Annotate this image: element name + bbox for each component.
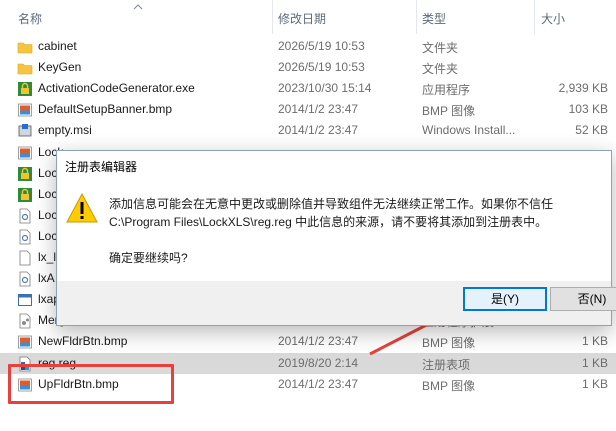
file-date: 2019/8/20 2:14 <box>278 355 359 370</box>
dialog-message-line1: 添加信息可能会在无意中更改或删除值并导致组件无法继续正常工作。如果你不信任 <box>109 197 554 211</box>
file-row[interactable]: cabinet 2026/5/19 10:53 文件夹 <box>0 36 616 57</box>
file-type: 应用程序 <box>422 83 471 98</box>
column-size[interactable]: 大小 <box>541 10 565 27</box>
file-type: Windows Install... <box>422 123 516 138</box>
config-icon <box>17 271 33 287</box>
msi-icon <box>17 123 33 139</box>
dialog-question: 确定要继续吗? <box>109 251 188 265</box>
bmp-icon <box>17 102 33 118</box>
lock-app-icon <box>17 81 33 97</box>
file-row[interactable]: KeyGen 2026/5/19 10:53 文件夹 <box>0 57 616 78</box>
app-icon <box>17 292 33 308</box>
no-button[interactable]: 否(N) <box>550 287 616 311</box>
file-date: 2014/1/2 23:47 <box>278 102 359 117</box>
file-name: KeyGen <box>38 60 82 75</box>
file-type: BMP 图像 <box>422 104 476 119</box>
file-explorer: 名称 修改日期 类型 大小 cabinet 2026/5/19 10:53 文件夹 K… <box>0 0 616 431</box>
file-size: 1 KB <box>581 355 608 370</box>
column-type[interactable]: 类型 <box>422 10 446 27</box>
lock-app-icon <box>17 187 33 203</box>
file-type: 注册表项 <box>422 357 471 372</box>
dialog-title: 注册表编辑器 <box>65 160 138 174</box>
folder-icon <box>17 39 33 55</box>
file-row[interactable]: DefaultSetupBanner.bmp 2014/1/2 23:47 BMP … <box>0 99 616 120</box>
file-size: 1 KB <box>581 376 608 391</box>
file-type: 文件夹 <box>422 62 459 77</box>
file-row[interactable]: ActivationCodeGenerator.exe 2023/10/30 15… <box>0 78 616 99</box>
file-size: 1 KB <box>581 334 608 349</box>
file-size: 52 KB <box>575 123 608 138</box>
column-name[interactable]: 名称 <box>18 10 42 27</box>
dll-icon <box>17 313 33 329</box>
lock-app-icon <box>17 166 33 182</box>
sort-ascending-icon <box>133 4 143 10</box>
column-date[interactable]: 修改日期 <box>278 10 326 27</box>
file-name: DefaultSetupBanner.bmp <box>38 102 173 117</box>
file-date: 2014/1/2 23:47 <box>278 334 359 349</box>
yes-button[interactable]: 是(Y) <box>463 287 547 311</box>
file-type: BMP 图像 <box>422 336 476 351</box>
file-name: lxA <box>38 271 55 286</box>
file-size: 2,939 KB <box>558 81 608 96</box>
file-date: 2026/5/19 10:53 <box>278 60 365 75</box>
column-divider[interactable] <box>416 0 417 34</box>
config-icon <box>17 208 33 224</box>
file-date: 2023/10/30 15:14 <box>278 81 372 96</box>
bmp-icon <box>17 145 33 161</box>
file-type: 文件夹 <box>422 41 459 55</box>
file-name: empty.msi <box>38 123 92 138</box>
column-divider[interactable] <box>272 0 273 34</box>
file-icon <box>17 250 33 266</box>
file-date: 2014/1/2 23:47 <box>278 123 359 138</box>
file-name: ActivationCodeGenerator.exe <box>38 81 195 96</box>
file-row[interactable]: NewFldrBtn.bmp 2014/1/2 23:47 BMP 图像 1 KB <box>0 331 616 352</box>
highlight-box <box>8 364 174 404</box>
registry-editor-dialog: 注册表编辑器 添加信息可能会在无意中更改或删除值并导致组件无法继续正常工作。如果… <box>56 150 616 326</box>
file-name: NewFldrBtn.bmp <box>38 334 128 349</box>
warning-icon <box>66 193 98 223</box>
file-row[interactable]: empty.msi 2014/1/2 23:47 Windows Install..… <box>0 120 616 141</box>
folder-icon <box>17 60 33 76</box>
file-date: 2026/5/19 10:53 <box>278 39 365 53</box>
file-date: 2014/1/2 23:47 <box>278 376 359 391</box>
file-name: lx_l <box>38 250 57 264</box>
column-header: 名称 修改日期 类型 大小 <box>0 0 616 34</box>
file-type: BMP 图像 <box>422 378 476 393</box>
bmp-icon <box>17 334 33 350</box>
dialog-message-line2: C:\Program Files\LockXLS\reg.reg 中此信息的来源… <box>109 215 548 229</box>
file-size: 103 KB <box>568 102 608 117</box>
config-icon <box>17 229 33 245</box>
file-name: cabinet <box>38 39 77 53</box>
column-divider[interactable] <box>534 0 535 34</box>
